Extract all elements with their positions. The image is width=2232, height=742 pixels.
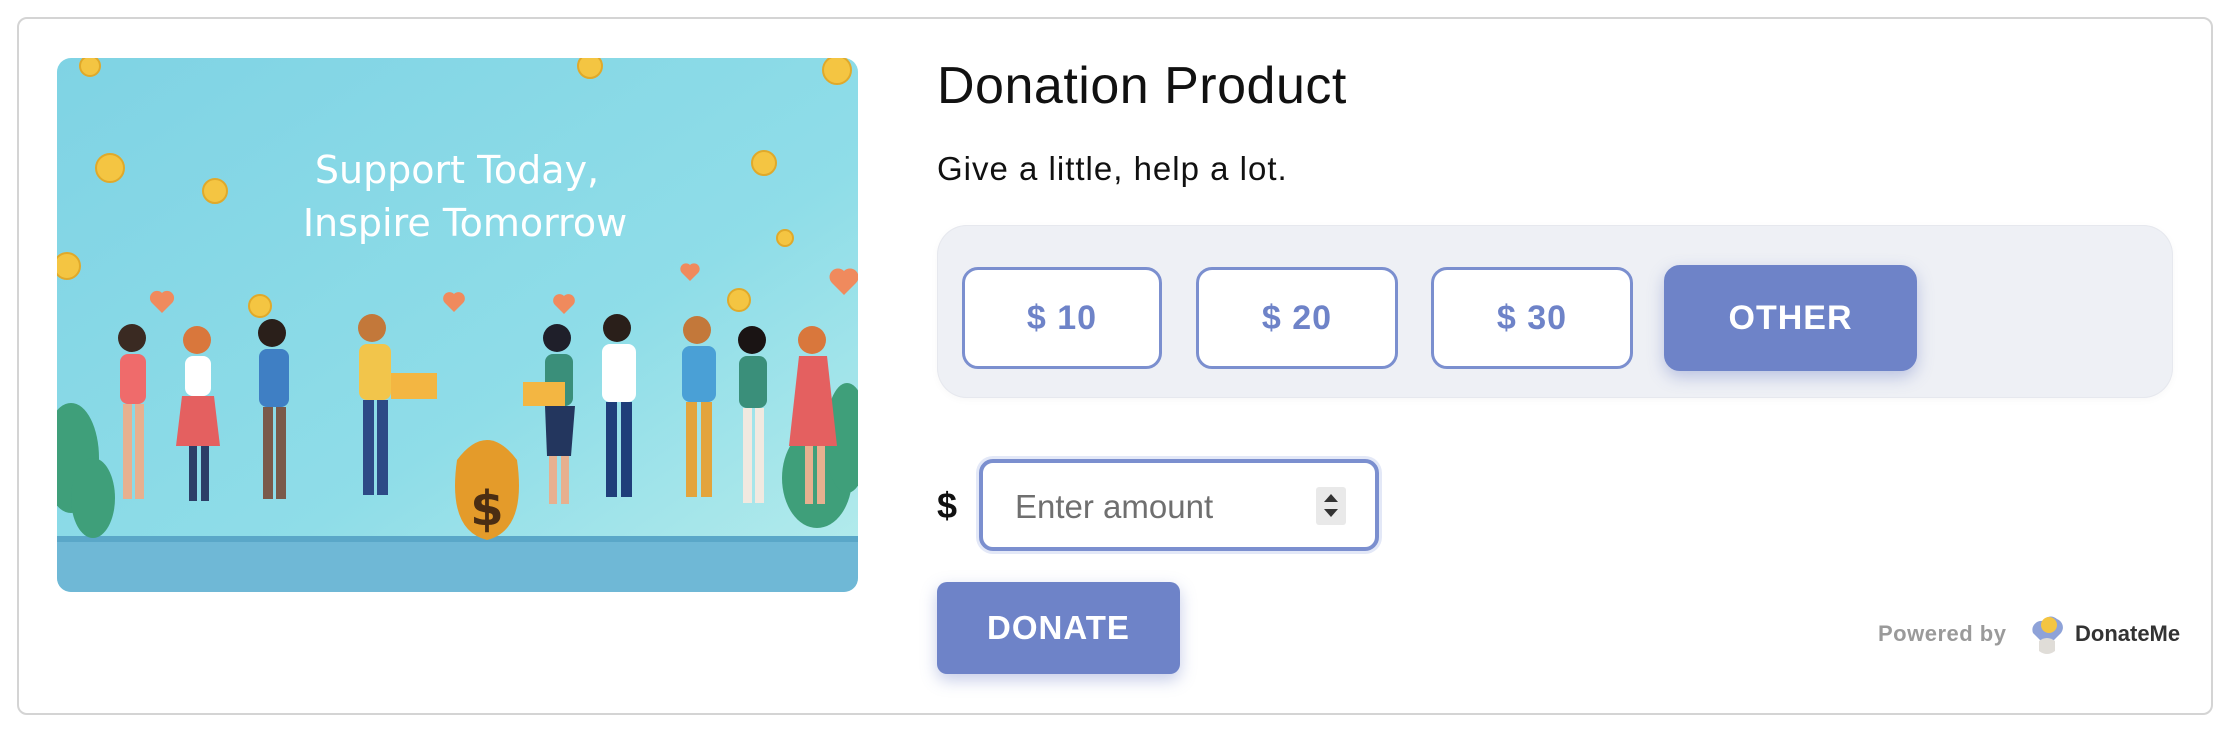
custom-amount-input[interactable] bbox=[1013, 481, 1317, 533]
currency-symbol: $ bbox=[937, 485, 958, 526]
powered-by-label: Powered by bbox=[1878, 621, 2007, 646]
money-bag-symbol: $ bbox=[470, 481, 503, 537]
hero-illustration: Support Today, Inspire Tomorrow $ bbox=[57, 58, 858, 592]
product-title: Donation Product bbox=[937, 57, 1347, 115]
stepper-down-icon[interactable] bbox=[1324, 509, 1338, 517]
hero-headline-line1: Support Today, bbox=[315, 148, 599, 192]
amount-30-button[interactable]: $ 30 bbox=[1431, 267, 1633, 369]
donate-button[interactable]: DONATE bbox=[937, 582, 1180, 674]
amount-other-button[interactable]: OTHER bbox=[1664, 265, 1917, 371]
custom-amount-field[interactable] bbox=[979, 459, 1379, 551]
amount-20-button[interactable]: $ 20 bbox=[1196, 267, 1398, 369]
stepper-up-icon[interactable] bbox=[1324, 494, 1338, 502]
hero-headline-line2: Inspire Tomorrow bbox=[303, 201, 627, 245]
product-subtitle: Give a little, help a lot. bbox=[937, 150, 1288, 187]
amount-options-panel: $ 10 $ 20 $ 30 OTHER bbox=[937, 225, 2173, 398]
amount-10-button[interactable]: $ 10 bbox=[962, 267, 1162, 369]
amount-stepper[interactable] bbox=[1316, 487, 1346, 525]
brand-name: DonateMe bbox=[2075, 621, 2181, 646]
heart-coin-icon bbox=[2032, 616, 2063, 654]
